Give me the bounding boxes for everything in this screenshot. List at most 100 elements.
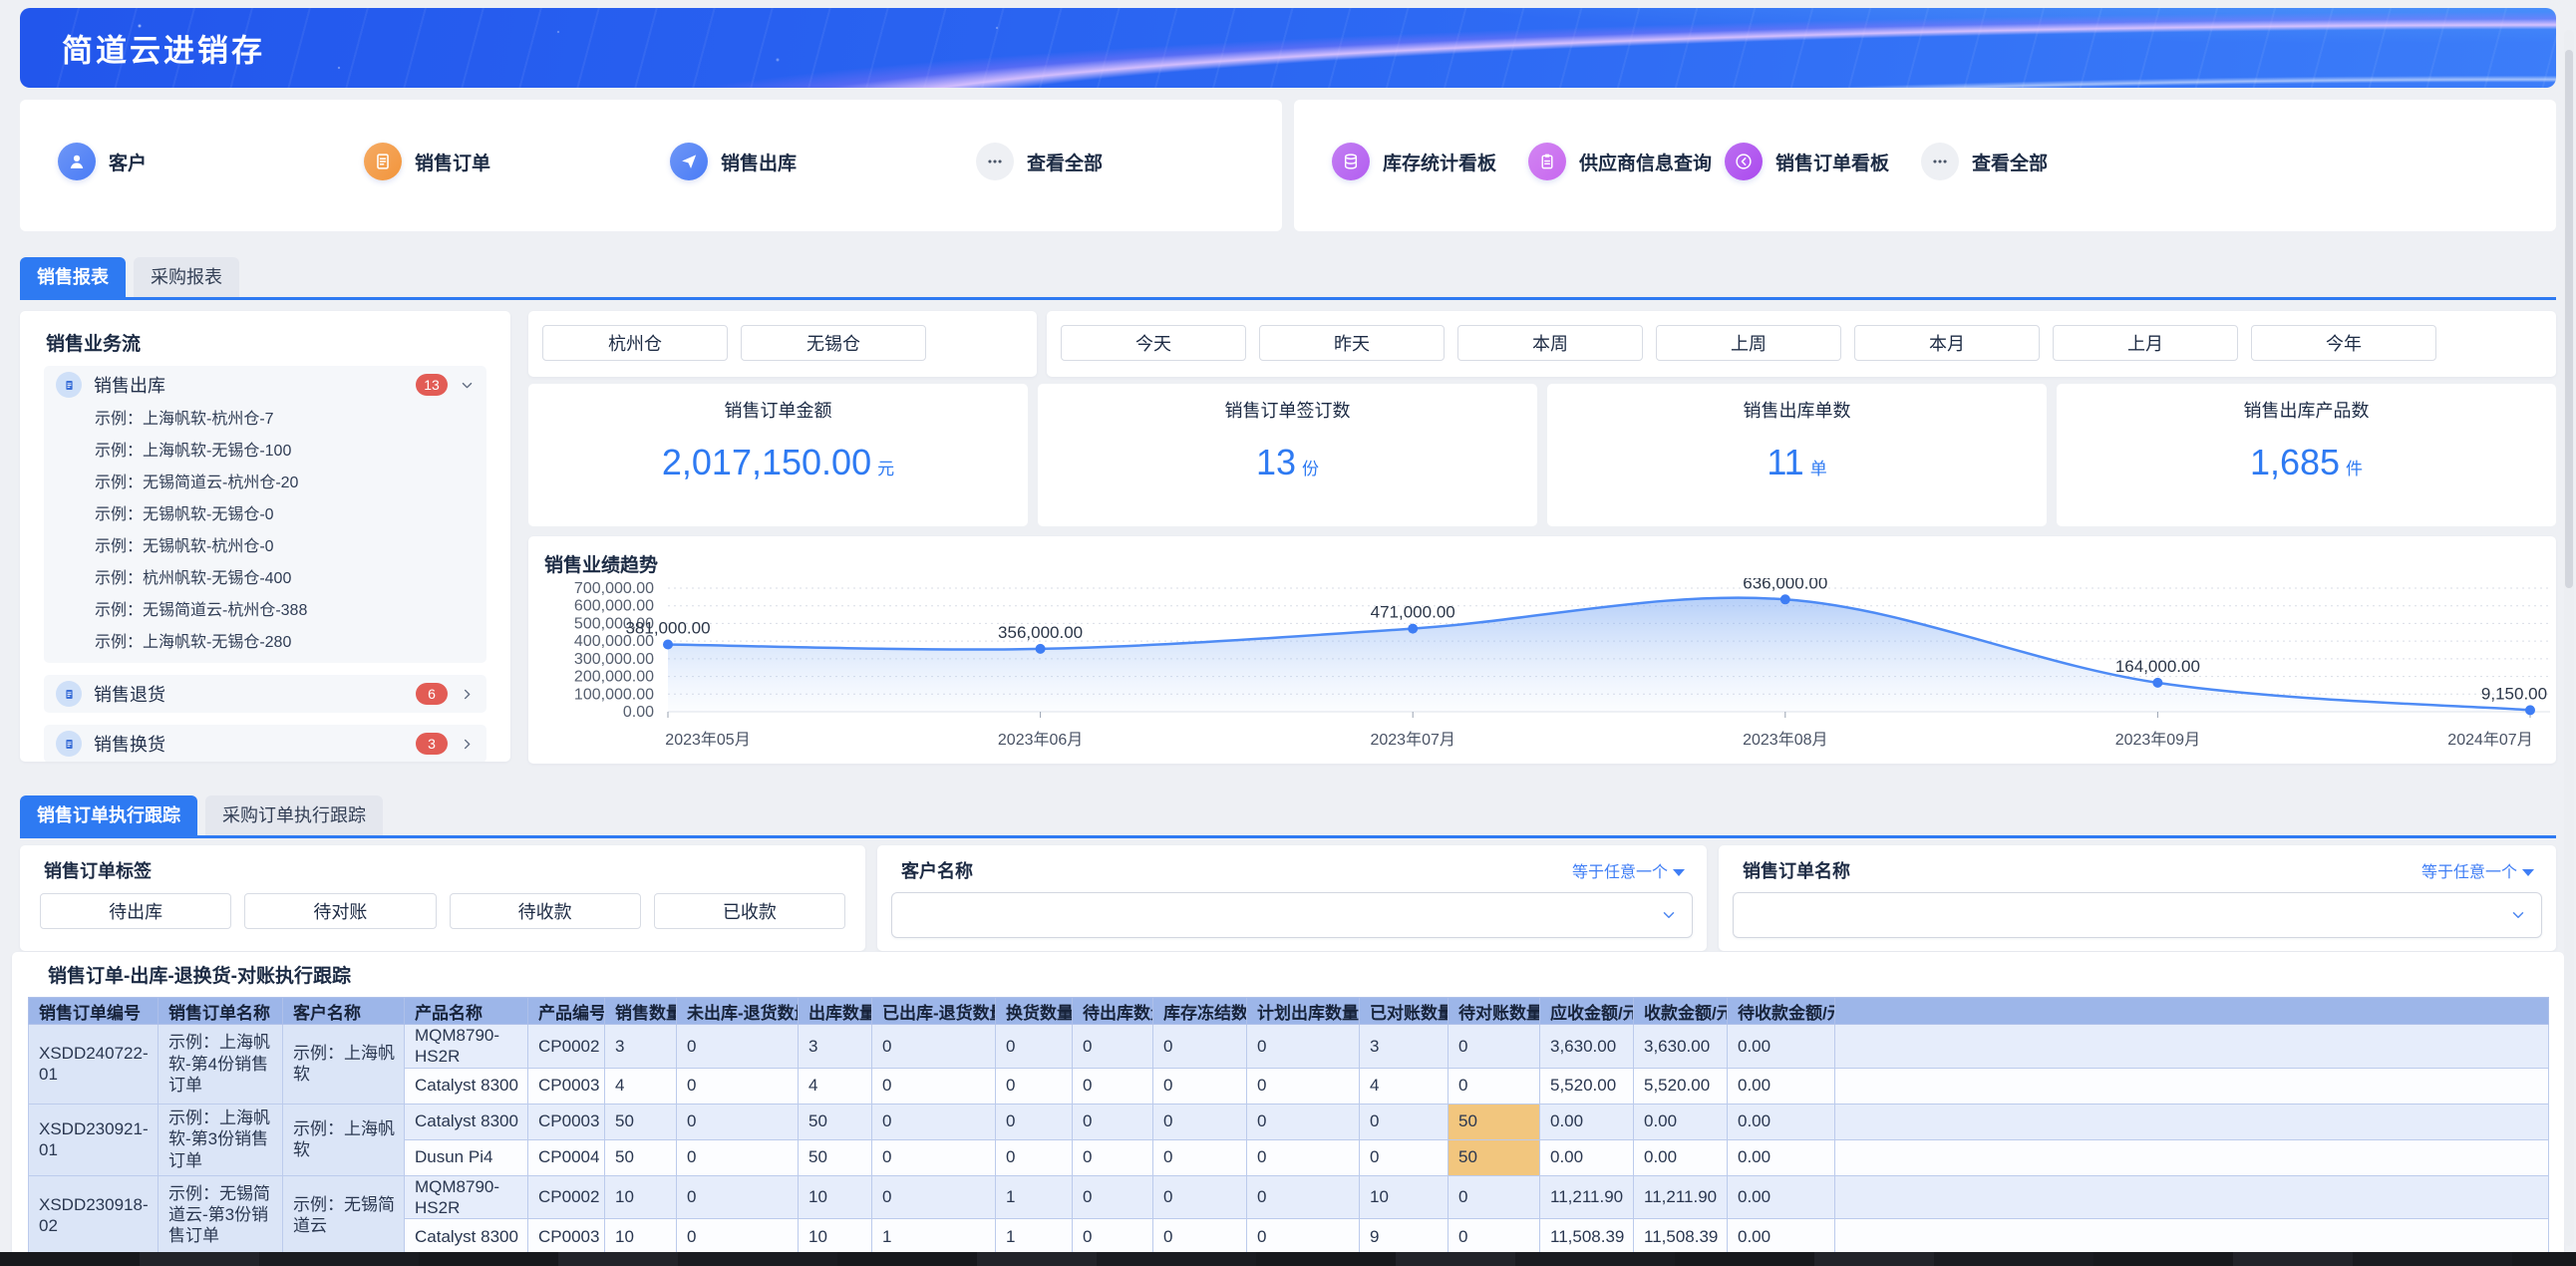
svg-text:9,150.00: 9,150.00	[2481, 684, 2547, 703]
kpi-card-销售订单金额: 销售订单金额 2,017,150.00元	[528, 384, 1028, 526]
order-icon	[372, 151, 394, 172]
empty-cell	[1835, 1104, 2549, 1139]
customer-operator-dropdown[interactable]: 等于任意一个	[1572, 846, 1707, 882]
data-point[interactable]	[1408, 624, 1418, 634]
value-cell: 50	[799, 1104, 872, 1139]
order-tag-btn-已收款[interactable]: 已收款	[654, 893, 845, 929]
value-cell: 0	[677, 1139, 799, 1175]
tab-采购报表[interactable]: 采购报表	[134, 257, 239, 297]
value-cell: 0	[1153, 1025, 1247, 1069]
date-btn-本月[interactable]: 本月	[1854, 325, 2040, 361]
flow-record-item[interactable]: 示例：无锡简道云-杭州仓-388	[44, 595, 486, 627]
flow-node-header-销售出库[interactable]: 销售出库 13	[44, 366, 486, 404]
table-row[interactable]: XSDD240722-01示例：上海帆软-第4份销售订单示例：上海帆软MQM87…	[29, 1025, 2549, 1069]
date-btn-今天[interactable]: 今天	[1061, 325, 1246, 361]
doc-icon	[62, 378, 77, 393]
doc-icon	[62, 687, 77, 702]
value-cell: 11,211.90	[1540, 1175, 1634, 1219]
order-name-operator-dropdown[interactable]: 等于任意一个	[2421, 846, 2556, 882]
sales-flow-panel: 销售业务流 销售出库 13 示例：上海帆软-杭州仓-7示例：上海帆软-无锡仓-1…	[20, 311, 510, 762]
value-cell: 3	[605, 1025, 677, 1069]
quick-link-查看全部[interactable]: 查看全部	[1921, 143, 2117, 180]
document-icon	[56, 372, 82, 398]
date-btn-今年[interactable]: 今年	[2251, 325, 2436, 361]
page-title: 简道云进销存	[62, 26, 265, 71]
data-point[interactable]	[1780, 594, 1790, 604]
flow-node-header-销售退货[interactable]: 销售退货 6	[44, 675, 486, 713]
page-scrollbar[interactable]	[2564, 30, 2574, 1246]
value-cell: 0	[1247, 1175, 1360, 1219]
warehouse-btn-杭州仓[interactable]: 杭州仓	[542, 325, 728, 361]
value-cell: 0	[872, 1068, 996, 1104]
flow-record-item[interactable]: 示例：无锡帆软-杭州仓-0	[44, 531, 486, 563]
database-icon	[1340, 151, 1362, 172]
data-point[interactable]	[1036, 644, 1046, 654]
date-btn-昨天[interactable]: 昨天	[1259, 325, 1445, 361]
quick-link-销售订单[interactable]: 销售订单	[364, 143, 670, 180]
value-cell: 0	[1449, 1175, 1540, 1219]
flow-record-item[interactable]: 示例：杭州帆软-无锡仓-400	[44, 563, 486, 595]
chevron-down-icon	[1660, 906, 1678, 924]
column-header: 应收金额/元	[1540, 998, 1634, 1025]
product-code-cell: CP0003	[528, 1104, 605, 1139]
flow-record-item[interactable]: 示例：上海帆软-无锡仓-280	[44, 627, 486, 659]
tracking-tabs-underline	[20, 835, 2556, 838]
quick-link-库存统计看板[interactable]: 库存统计看板	[1332, 143, 1528, 180]
quick-link-供应商信息查询[interactable]: 供应商信息查询	[1528, 143, 1725, 180]
clipboard-icon	[1536, 151, 1558, 172]
table-row[interactable]: Catalyst 8300CP000310010110009011,508.39…	[29, 1219, 2549, 1255]
flow-node-header-销售换货[interactable]: 销售换货 3	[44, 725, 486, 762]
value-cell: 10	[799, 1175, 872, 1219]
bottom-dark-bar	[0, 1252, 2576, 1266]
empty-cell	[1835, 1175, 2549, 1219]
flow-record-item[interactable]: 示例：无锡帆软-无锡仓-0	[44, 499, 486, 531]
value-cell: 0.00	[1728, 1219, 1835, 1255]
quick-link-客户[interactable]: 客户	[58, 143, 364, 180]
value-cell: 10	[1360, 1175, 1449, 1219]
order-tag-filter-card: 销售订单标签 待出库待对账待收款已收款	[20, 845, 865, 951]
product-name-cell: MQM8790-HS2R	[405, 1025, 528, 1069]
column-header: 未出库-退货数量	[677, 998, 799, 1025]
date-btn-本周[interactable]: 本周	[1457, 325, 1643, 361]
value-cell: 0	[677, 1219, 799, 1255]
flow-record-item[interactable]: 示例：上海帆软-杭州仓-7	[44, 404, 486, 436]
svg-text:164,000.00: 164,000.00	[2115, 657, 2200, 676]
data-point[interactable]	[2152, 678, 2162, 688]
flow-record-item[interactable]: 示例：无锡简道云-杭州仓-20	[44, 468, 486, 499]
tab-销售报表[interactable]: 销售报表	[20, 257, 126, 297]
data-point[interactable]	[663, 640, 673, 650]
quick-link-销售出库[interactable]: 销售出库	[670, 143, 976, 180]
table-row[interactable]: Catalyst 8300CP000340400000405,520.005,5…	[29, 1068, 2549, 1104]
table-row[interactable]: XSDD230921-01示例：上海帆软-第3份销售订单示例：上海帆软Catal…	[29, 1104, 2549, 1139]
date-btn-上周[interactable]: 上周	[1656, 325, 1841, 361]
chevron-down-icon	[460, 378, 475, 393]
value-cell: 50	[1449, 1104, 1540, 1139]
order-name-select[interactable]	[1733, 892, 2542, 938]
app-root: 简道云进销存 客户销售订单销售出库查看全部 库存统计看板供应商信息查询销售订单看…	[0, 0, 2576, 1266]
customer-name-cell: 示例：上海帆软	[283, 1025, 405, 1105]
quick-link-销售订单看板[interactable]: 销售订单看板	[1725, 143, 1921, 180]
svg-text:2023年08月: 2023年08月	[1743, 731, 1827, 749]
flow-record-item[interactable]: 示例：上海帆软-无锡仓-100	[44, 436, 486, 468]
table-row[interactable]: Dusun Pi4CP000450050000000500.000.000.00	[29, 1139, 2549, 1175]
customer-filter-label: 客户名称	[877, 845, 973, 883]
table-row[interactable]: XSDD230918-02示例：无锡简道云-第3份销售订单示例：无锡简道云MQM…	[29, 1175, 2549, 1219]
date-btn-上月[interactable]: 上月	[2053, 325, 2238, 361]
value-cell: 50	[1449, 1139, 1540, 1175]
value-cell: 1	[872, 1219, 996, 1255]
tab-采购订单执行跟踪[interactable]: 采购订单执行跟踪	[205, 795, 383, 835]
warehouse-btn-无锡仓[interactable]: 无锡仓	[741, 325, 926, 361]
order-tag-btn-待出库[interactable]: 待出库	[40, 893, 231, 929]
value-cell: 0.00	[1728, 1025, 1835, 1069]
order-tag-btn-待对账[interactable]: 待对账	[244, 893, 436, 929]
product-code-cell: CP0003	[528, 1219, 605, 1255]
banner-decoration	[20, 8, 2556, 88]
customer-select[interactable]	[891, 892, 1693, 938]
scrollbar-thumb[interactable]	[2565, 50, 2573, 588]
quick-link-查看全部[interactable]: 查看全部	[976, 143, 1282, 180]
customer-name-cell: 示例：上海帆软	[283, 1104, 405, 1175]
data-point[interactable]	[2525, 705, 2535, 715]
order-tag-btn-待收款[interactable]: 待收款	[450, 893, 641, 929]
tab-销售订单执行跟踪[interactable]: 销售订单执行跟踪	[20, 795, 197, 835]
value-cell: 0	[677, 1104, 799, 1139]
